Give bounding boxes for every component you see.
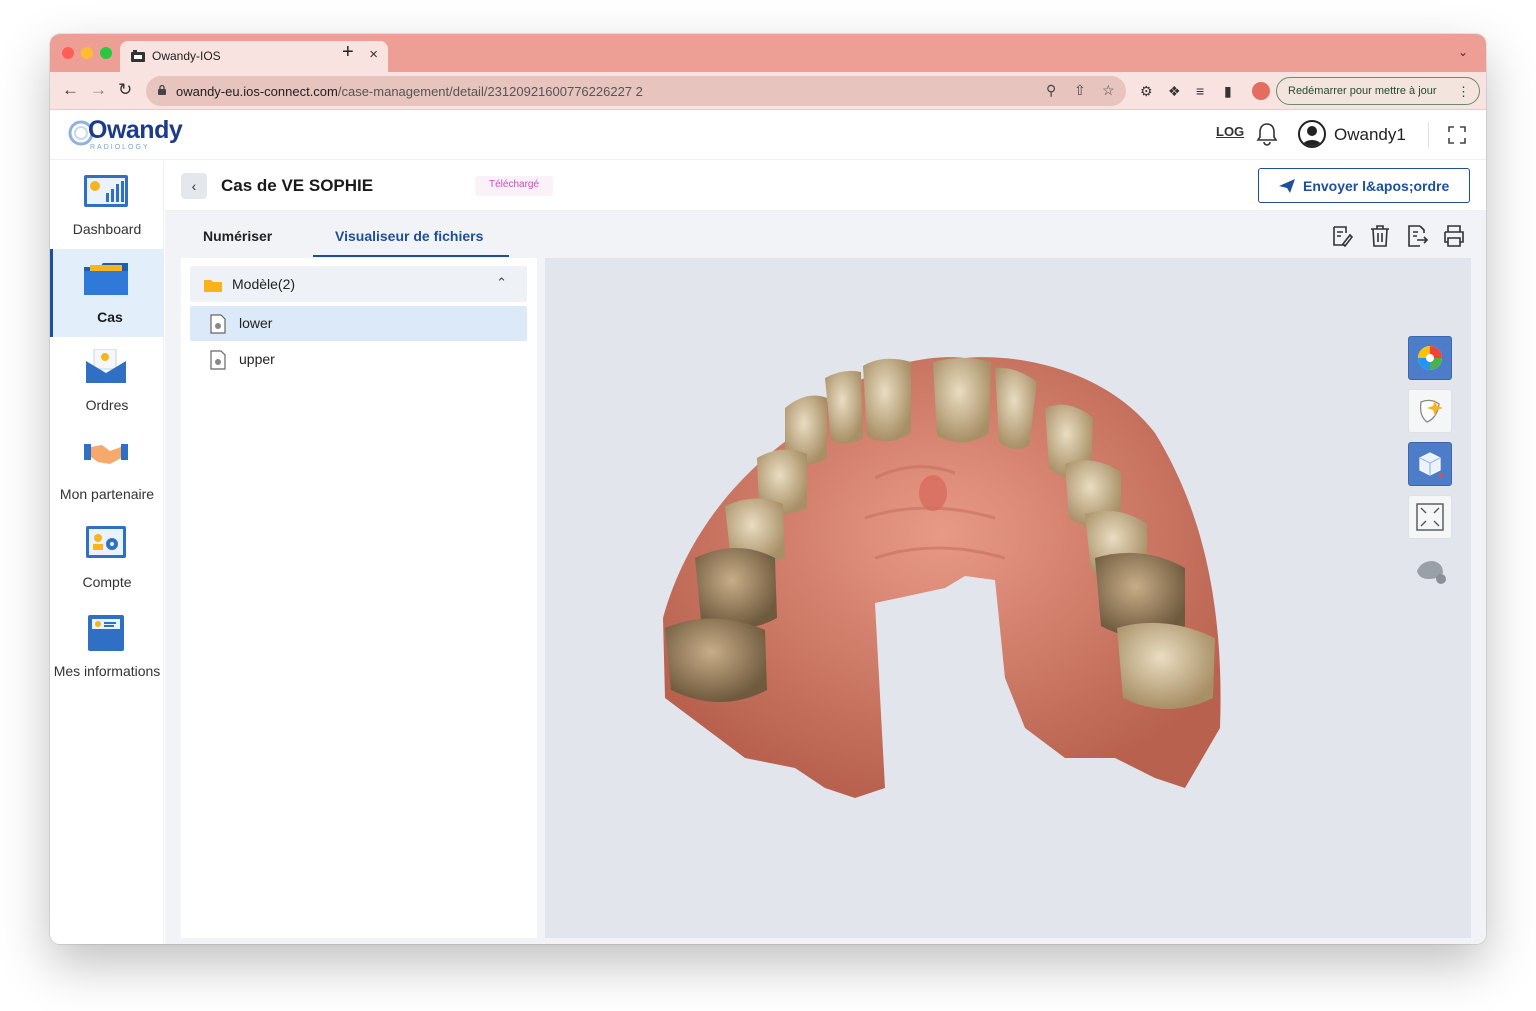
- dashboard-chart-icon: [84, 175, 128, 207]
- profile-avatar[interactable]: [1252, 82, 1270, 100]
- header-divider: [1428, 122, 1429, 148]
- sidebar-item-label: Compte: [82, 574, 132, 590]
- magic-wand-icon: [1419, 399, 1443, 423]
- fullscreen-icon[interactable]: [1448, 126, 1466, 144]
- username[interactable]: Owandy1: [1334, 125, 1406, 145]
- file-3d-icon: [210, 314, 226, 334]
- address-bar[interactable]: owandy-eu.ios-connect.com/case-managemen…: [146, 76, 1126, 106]
- color-texture-button[interactable]: [1408, 336, 1452, 380]
- file-label: lower: [239, 315, 273, 331]
- file-row-upper[interactable]: upper: [190, 342, 527, 377]
- sidebar-item-partenaire[interactable]: Mon partenaire: [50, 426, 164, 514]
- export-icon[interactable]: [1405, 224, 1429, 248]
- minimize-window-button[interactable]: [81, 47, 93, 59]
- scanner-tool-button[interactable]: [1408, 548, 1452, 592]
- case-titlebar: ‹ Cas de VE SOPHIE Téléchargé Envoyer l&…: [165, 161, 1486, 211]
- sidebar-item-label: Mon partenaire: [59, 486, 155, 502]
- sidebar-item-label: Dashboard: [72, 221, 142, 237]
- envelope-icon: [86, 349, 126, 383]
- page-title: Cas de VE SOPHIE: [221, 176, 374, 195]
- scanner-icon: [1417, 561, 1446, 584]
- view-cube-button[interactable]: [1408, 442, 1452, 486]
- fit-view-icon: [1416, 503, 1444, 531]
- sidebar-item-label: Ordres: [85, 397, 129, 413]
- tab-favicon-icon: [131, 50, 145, 62]
- user-avatar-icon[interactable]: [1298, 120, 1326, 148]
- bell-icon[interactable]: [1256, 122, 1278, 146]
- folder-yellow-icon: [204, 280, 222, 292]
- tab-title: Owandy-IOS: [152, 49, 221, 63]
- account-settings-icon: [86, 526, 126, 558]
- send-order-label: Envoyer l&apos;ordre: [1303, 178, 1450, 194]
- send-order-button[interactable]: Envoyer l&apos;ordre: [1258, 168, 1470, 203]
- side-panel-icon[interactable]: ▮: [1224, 83, 1232, 99]
- view-cube-icon: [1419, 452, 1443, 477]
- tab-list-chevron-icon[interactable]: ⌄: [1458, 45, 1468, 59]
- lock-icon: [158, 85, 166, 95]
- tab-file-viewer[interactable]: Visualiseur de fichiers: [335, 228, 483, 244]
- reading-list-icon[interactable]: ≡: [1196, 83, 1204, 99]
- auto-trim-button[interactable]: [1408, 389, 1452, 433]
- log-button[interactable]: LOG: [1216, 124, 1244, 139]
- url-path: /case-management/detail/2312092160077622…: [337, 84, 643, 99]
- file-label: upper: [239, 351, 275, 367]
- more-menu-icon[interactable]: ⋮: [1457, 84, 1470, 100]
- dental-arch-model[interactable]: [545, 258, 1471, 938]
- status-badge: Téléchargé: [475, 176, 554, 196]
- folder-label: Modèle(2): [232, 276, 296, 292]
- info-card-icon: [88, 615, 124, 651]
- paper-plane-icon: [1279, 179, 1295, 193]
- browser-toolbar: ← → ↻ owandy-eu.ios-connect.com/case-man…: [50, 72, 1486, 110]
- forward-arrow-icon[interactable]: →: [90, 80, 107, 100]
- folder-row-modele[interactable]: Modèle(2) ⌃: [190, 266, 527, 302]
- new-tab-button[interactable]: +: [342, 42, 354, 62]
- back-arrow-icon[interactable]: ←: [62, 80, 79, 100]
- browser-window: Owandy-IOS × + ⌄ ← → ↻ owandy-eu.ios-con…: [50, 34, 1486, 944]
- file-tree-panel: Modèle(2) ⌃ lower upper: [181, 258, 537, 938]
- trash-icon[interactable]: [1368, 224, 1392, 248]
- logo-subtitle: RADIOLOGY: [90, 144, 150, 151]
- update-chrome-button[interactable]: Redémarrer pour mettre à jour ⋮: [1276, 77, 1480, 105]
- chevron-up-icon[interactable]: ⌃: [496, 275, 507, 291]
- sidebar-item-label: Cas: [97, 309, 123, 325]
- main-content: ‹ Cas de VE SOPHIE Téléchargé Envoyer l&…: [165, 161, 1486, 944]
- fit-view-button[interactable]: [1408, 495, 1452, 539]
- 3d-model-viewer[interactable]: [545, 258, 1471, 938]
- maximize-window-button[interactable]: [100, 47, 112, 59]
- active-tab-indicator: [313, 255, 509, 257]
- sidebar-item-ordres[interactable]: Ordres: [50, 337, 164, 425]
- sidebar-item-label: Mes informations: [53, 663, 161, 679]
- folder-icon: [84, 263, 128, 295]
- bookmark-star-icon[interactable]: ☆: [1102, 82, 1115, 99]
- puzzle-icon[interactable]: ❖: [1168, 83, 1181, 99]
- url-host: owandy-eu.ios-connect.com: [176, 84, 338, 99]
- sidebar-item-compte[interactable]: Compte: [50, 514, 164, 602]
- url-text: owandy-eu.ios-connect.com/case-managemen…: [176, 84, 643, 99]
- sidebar: Dashboard Cas Ordres Mon partenaire Comp…: [50, 161, 164, 944]
- handshake-icon: [84, 444, 128, 464]
- key-icon[interactable]: ⚲: [1046, 82, 1056, 99]
- close-window-button[interactable]: [62, 47, 74, 59]
- app-header: Owandy RADIOLOGY LOG Owandy1: [50, 110, 1486, 160]
- extension-gear-icon[interactable]: ⚙: [1140, 83, 1153, 99]
- print-icon[interactable]: [1442, 224, 1466, 248]
- share-icon[interactable]: ⇧: [1074, 82, 1086, 99]
- update-button-label: Redémarrer pour mettre à jour: [1288, 85, 1437, 97]
- file-row-lower[interactable]: lower: [190, 306, 527, 341]
- sidebar-item-dashboard[interactable]: Dashboard: [50, 161, 164, 249]
- tab-numeriser[interactable]: Numériser: [203, 228, 272, 244]
- reload-icon[interactable]: ↻: [118, 80, 132, 100]
- sidebar-item-informations[interactable]: Mes informations: [50, 603, 164, 691]
- file-3d-icon: [210, 350, 226, 370]
- content-tabs: Numériser Visualiseur de fichiers: [165, 211, 1486, 257]
- browser-tabbar: Owandy-IOS × + ⌄: [50, 34, 1486, 72]
- tab-close-icon[interactable]: ×: [369, 46, 378, 63]
- sidebar-item-cas[interactable]: Cas: [50, 249, 164, 337]
- color-wheel-icon: [1418, 346, 1442, 370]
- logo-text: Owandy: [88, 116, 183, 144]
- back-button[interactable]: ‹: [181, 173, 207, 199]
- edit-icon[interactable]: [1330, 224, 1354, 248]
